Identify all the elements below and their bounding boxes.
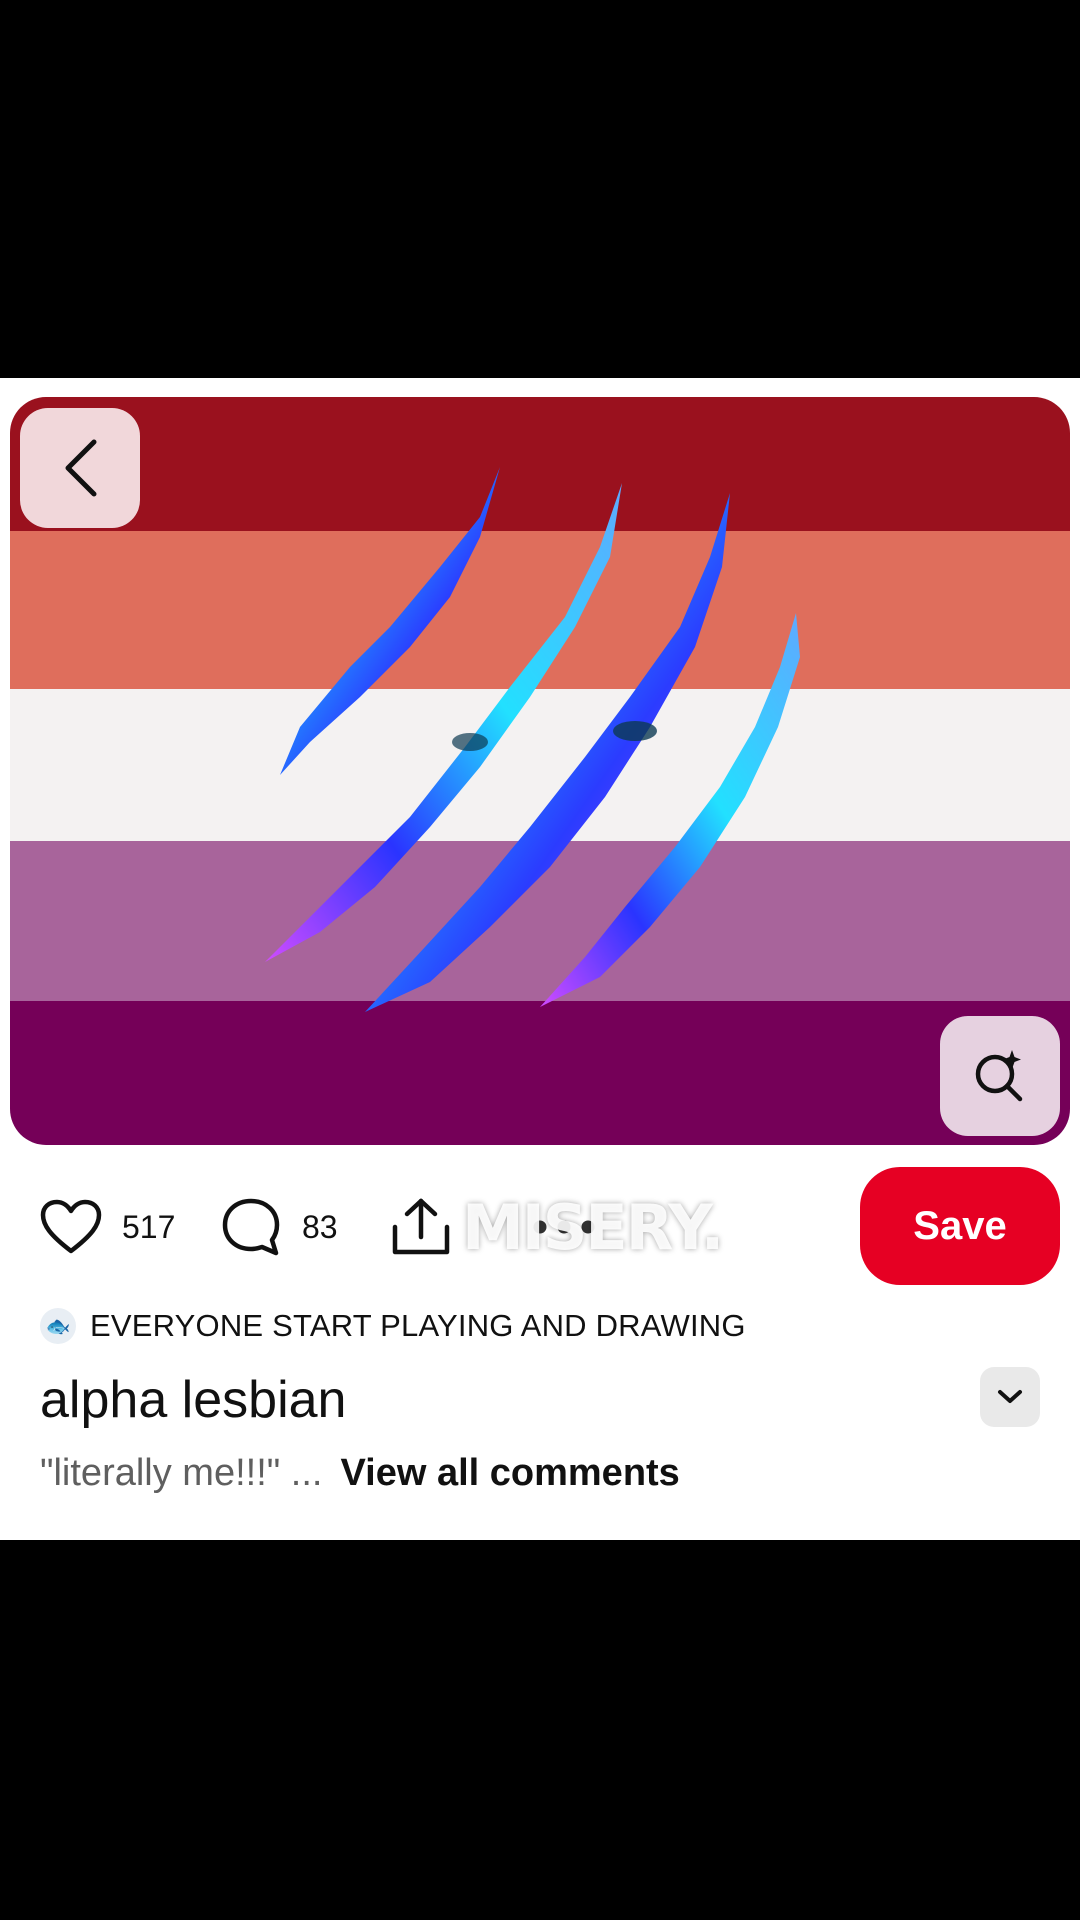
board-name: EVERYONE START PLAYING AND DRAWING — [90, 1308, 746, 1343]
heart-icon — [40, 1199, 102, 1254]
visual-search-button[interactable] — [940, 1016, 1060, 1136]
sparkle-search-icon — [975, 1050, 1023, 1102]
comment-preview: "literally me!!!" ... — [40, 1452, 323, 1494]
chevron-down-icon — [998, 1390, 1022, 1403]
share-upload-icon — [392, 1198, 450, 1255]
comment-row: "literally me!!!" ... View all comments — [40, 1452, 680, 1495]
fish-bowl-icon: 🐟 — [40, 1308, 76, 1344]
comment-action[interactable]: 83 — [220, 1168, 338, 1286]
board-link[interactable]: 🐟 EVERYONE START PLAYING AND DRAWING — [40, 1306, 746, 1346]
chevron-left-icon — [65, 439, 97, 497]
comment-bubble-icon — [222, 1198, 280, 1256]
top-letterbox — [0, 0, 1080, 378]
back-button[interactable] — [20, 408, 140, 528]
bottom-letterbox — [0, 1540, 1080, 1920]
comment-count: 83 — [302, 1208, 338, 1245]
pin-title: alpha lesbian — [40, 1371, 347, 1429]
like-count: 517 — [122, 1208, 176, 1245]
expand-details-button[interactable] — [980, 1367, 1040, 1427]
view-all-comments-link[interactable]: View all comments — [340, 1452, 679, 1495]
claw-marks-graphic — [265, 467, 800, 1012]
like-action[interactable]: 517 — [40, 1168, 175, 1286]
pin-image[interactable] — [10, 397, 1070, 1145]
watermark-text: MISERY. — [462, 1190, 724, 1264]
share-action[interactable] — [390, 1168, 452, 1286]
save-button[interactable]: Save — [860, 1167, 1060, 1285]
